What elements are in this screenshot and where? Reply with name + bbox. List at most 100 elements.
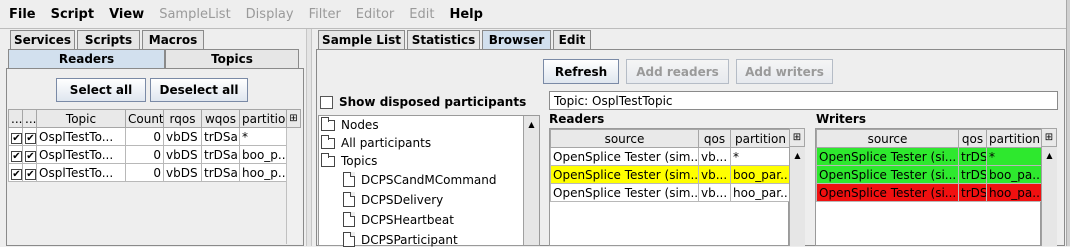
cell-partition: hoo_p... xyxy=(239,163,287,182)
col-header-source[interactable]: source xyxy=(550,129,699,148)
cell-partition: hoo_par... xyxy=(730,183,791,202)
col-header-topic[interactable]: Topic xyxy=(36,109,126,128)
menu-display[interactable]: Display xyxy=(246,7,294,22)
writers-table: source qos partition OpenSplice Tester (… xyxy=(816,129,1043,202)
cell-rqos: vbDS xyxy=(163,145,202,164)
tab-readers[interactable]: Readers xyxy=(8,49,165,68)
col-header-sel2[interactable]: ... xyxy=(22,109,37,128)
table-row[interactable]: OpenSplice Tester (sim... vb... boo_par.… xyxy=(550,165,791,184)
table-row[interactable]: OpenSplice Tester (si... trDS boo_pa... xyxy=(816,165,1043,184)
col-header-qos[interactable]: qos xyxy=(958,129,987,148)
add-writers-button[interactable]: Add writers xyxy=(736,59,833,84)
tree-scrollbar[interactable]: ▲ xyxy=(523,116,539,245)
menu-editor[interactable]: Editor xyxy=(356,7,394,22)
tab-browser[interactable]: Browser xyxy=(482,30,551,49)
cell-qos: vb... xyxy=(698,165,731,184)
show-disposed-checkbox[interactable]: Show disposed participants xyxy=(320,92,542,112)
col-header-sel1[interactable]: ... xyxy=(8,109,23,128)
row-checkbox[interactable]: ✔ xyxy=(22,127,37,146)
tree-item-dcpsdelivery[interactable]: DCPSDelivery xyxy=(343,192,443,207)
add-readers-button[interactable]: Add readers xyxy=(626,59,729,84)
cell-topic: OsplTestTo... xyxy=(36,145,126,164)
row-checkbox[interactable]: ✔ xyxy=(8,127,23,146)
table-row[interactable]: ✔ ✔ OsplTestTo... 0 vbDS trDSa * xyxy=(8,127,287,146)
document-icon xyxy=(343,172,355,187)
tree-item-nodes[interactable]: Nodes xyxy=(321,116,379,132)
column-picker-icon[interactable]: ⊞ xyxy=(1041,128,1057,147)
document-icon xyxy=(343,212,355,227)
tree-item-dcpsheartbeat[interactable]: DCPSHeartbeat xyxy=(343,212,454,227)
check-icon: ✔ xyxy=(11,168,22,180)
row-checkbox[interactable]: ✔ xyxy=(22,145,37,164)
deselect-all-button[interactable]: Deselect all xyxy=(150,78,248,102)
cell-qos: vb... xyxy=(698,183,731,202)
scroll-up-icon[interactable]: ▲ xyxy=(1043,148,1057,162)
table-row[interactable]: OpenSplice Tester (sim... vb... * xyxy=(550,147,791,166)
menu-view[interactable]: View xyxy=(109,7,144,22)
scroll-up-icon[interactable]: ▲ xyxy=(525,117,539,131)
topic-name-field: Topic: OsplTestTopic xyxy=(549,91,1058,110)
select-all-button[interactable]: Select all xyxy=(56,78,146,102)
check-icon: ✔ xyxy=(25,132,36,144)
menu-filter[interactable]: Filter xyxy=(309,7,341,22)
cell-topic: OsplTestTo... xyxy=(36,127,126,146)
cell-count: 0 xyxy=(125,145,164,164)
tree-label: Topics xyxy=(341,154,378,168)
refresh-button[interactable]: Refresh xyxy=(543,59,619,84)
cell-source: OpenSplice Tester (sim... xyxy=(550,165,699,184)
tree-item-topics[interactable]: Topics xyxy=(321,152,378,168)
col-header-count[interactable]: Count xyxy=(125,109,164,128)
tab-statistics[interactable]: Statistics xyxy=(407,30,480,49)
readers-scrollbar[interactable]: ▲ xyxy=(789,147,805,246)
col-header-wqos[interactable]: wqos xyxy=(201,109,240,128)
cell-topic: OsplTestTo... xyxy=(36,163,126,182)
menu-script[interactable]: Script xyxy=(51,7,94,22)
tree-item-all-participants[interactable]: All participants xyxy=(321,134,431,150)
writers-scrollbar[interactable]: ▲ xyxy=(1041,147,1057,246)
cell-source: OpenSplice Tester (sim... xyxy=(550,183,699,202)
table-row[interactable]: ✔ ✔ OsplTestTo... 0 vbDS trDSa hoo_p... xyxy=(8,163,287,182)
topic-table-container: ... ... Topic Count rqos wqos partition … xyxy=(8,109,287,182)
cell-wqos: trDSa xyxy=(201,145,240,164)
cell-rqos: vbDS xyxy=(163,163,202,182)
split-divider[interactable] xyxy=(306,29,312,246)
tab-sample-list[interactable]: Sample List xyxy=(318,30,405,49)
row-checkbox[interactable]: ✔ xyxy=(8,145,23,164)
col-header-qos[interactable]: qos xyxy=(698,129,731,148)
column-picker-icon[interactable]: ⊞ xyxy=(789,128,805,147)
cell-count: 0 xyxy=(125,163,164,182)
readers-table: source qos partition OpenSplice Tester (… xyxy=(550,129,791,202)
row-checkbox[interactable]: ✔ xyxy=(8,163,23,182)
writers-table-container: source qos partition OpenSplice Tester (… xyxy=(815,128,1043,246)
table-row[interactable]: OpenSplice Tester (sim... vb... hoo_par.… xyxy=(550,183,791,202)
cell-rqos: vbDS xyxy=(163,127,202,146)
tab-topics[interactable]: Topics xyxy=(165,49,299,68)
menu-edit[interactable]: Edit xyxy=(409,7,434,22)
menu-file[interactable]: File xyxy=(9,7,36,22)
cell-source: OpenSplice Tester (si... xyxy=(816,147,959,166)
column-picker-icon[interactable]: ⊞ xyxy=(286,109,301,128)
col-header-partition[interactable]: partition xyxy=(986,129,1043,148)
col-header-partition[interactable]: partition xyxy=(239,109,287,128)
tab-services[interactable]: Services xyxy=(10,30,75,49)
tab-macros[interactable]: Macros xyxy=(142,30,204,49)
menu-separator xyxy=(0,28,1070,29)
menu-samplelist[interactable]: SampleList xyxy=(159,7,230,22)
tab-scripts[interactable]: Scripts xyxy=(77,30,140,49)
scroll-up-icon[interactable]: ▲ xyxy=(791,148,805,162)
tab-edit[interactable]: Edit xyxy=(553,30,591,49)
row-checkbox[interactable]: ✔ xyxy=(22,163,37,182)
table-row[interactable]: ✔ ✔ OsplTestTo... 0 vbDS trDSa boo_p... xyxy=(8,145,287,164)
document-icon xyxy=(343,232,355,247)
tree-item-dcpscandmcommand[interactable]: DCPSCandMCommand xyxy=(343,172,496,187)
col-header-partition[interactable]: partition xyxy=(730,129,791,148)
topic-table-scroll-area xyxy=(286,128,301,244)
col-header-source[interactable]: source xyxy=(816,129,959,148)
table-row[interactable]: OpenSplice Tester (si... trDS hoo_pa... xyxy=(816,183,1043,202)
tree-item-dcpsparticipant[interactable]: DCPSParticipant xyxy=(343,232,458,247)
table-row[interactable]: OpenSplice Tester (si... trDS * xyxy=(816,147,1043,166)
menu-help[interactable]: Help xyxy=(449,7,482,22)
check-icon: ✔ xyxy=(11,132,22,144)
col-header-rqos[interactable]: rqos xyxy=(163,109,202,128)
checkbox-box[interactable] xyxy=(320,95,333,109)
